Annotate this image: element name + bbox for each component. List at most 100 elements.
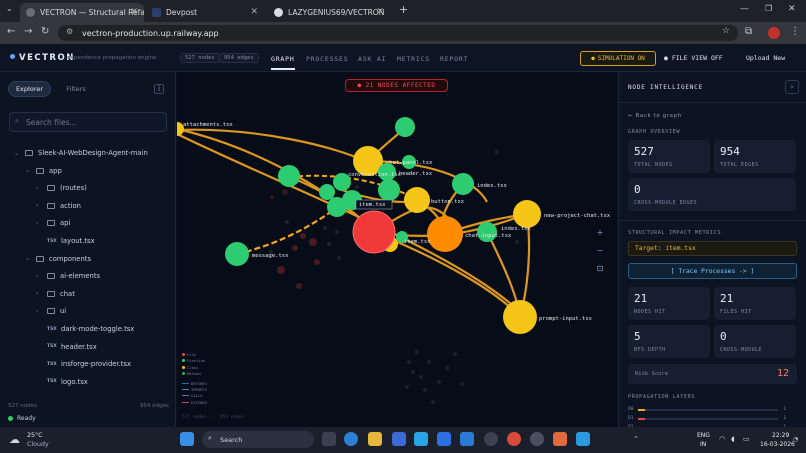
graph-node[interactable]: [319, 184, 335, 200]
tree-file[interactable]: TSX header.tsx: [36, 340, 97, 354]
tree-file[interactable]: TSX layout.tsx: [36, 234, 95, 248]
collapse-icon[interactable]: ⟦: [154, 84, 164, 94]
tree-folder[interactable]: › api: [36, 216, 70, 230]
simulation-toggle-button[interactable]: ● SIMULATION ON: [580, 51, 656, 66]
store-icon[interactable]: [392, 432, 406, 446]
tree-folder[interactable]: ⌄ app: [25, 164, 62, 178]
tree-file[interactable]: TSX insforge-provider.tsx: [36, 357, 131, 371]
layer-label: D1: [628, 416, 634, 421]
back-to-graph-link[interactable]: ← Back to graph: [628, 113, 682, 119]
site-info-icon[interactable]: ⚙: [66, 27, 73, 36]
tab-github[interactable]: LAZYGENIUS69/VECTRON ✕: [268, 3, 390, 22]
language-2[interactable]: IN: [700, 441, 706, 448]
browser-tab-strip: ⌄ VECTRON — Structural Refacto ✕ Devpost…: [0, 0, 806, 22]
window-close-button[interactable]: ✕: [788, 4, 796, 14]
tree-folder[interactable]: › chat: [36, 287, 75, 301]
app-icon[interactable]: [576, 432, 590, 446]
task-view-icon[interactable]: [322, 432, 336, 446]
tab-explorer[interactable]: Explorer: [8, 81, 51, 97]
search-input[interactable]: ⌕ Search files...: [9, 112, 167, 132]
tab-vectron[interactable]: VECTRON — Structural Refacto ✕: [20, 3, 144, 22]
fit-view-button[interactable]: ⊡: [593, 262, 607, 275]
forward-icon[interactable]: →: [24, 26, 32, 37]
tree-folder[interactable]: ⌄ components: [25, 252, 91, 266]
bookmark-star-icon[interactable]: ☆: [722, 26, 730, 36]
tree-folder[interactable]: › ai-elements: [36, 269, 100, 283]
graph-svg[interactable]: attachments.tsxchat-panel.tsxheader.tsxc…: [177, 72, 617, 427]
close-tab-icon[interactable]: ✕: [376, 7, 384, 17]
battery-icon[interactable]: ▭: [743, 435, 750, 443]
taskbar-search-text: Search: [220, 435, 243, 444]
graph-canvas[interactable]: attachments.tsx chat-panel.tsx header.tsx c…: [177, 72, 617, 427]
tab-graph[interactable]: GRAPH: [271, 55, 295, 70]
graph-node[interactable]: [452, 173, 474, 195]
panel-collapse-icon[interactable]: ›: [785, 80, 799, 94]
graph-node[interactable]: [427, 216, 463, 252]
node-label: new-project-chat.tsx: [544, 213, 611, 219]
tree-file[interactable]: TSX dark-mode-toggle.tsx: [36, 322, 134, 336]
trace-processes-button[interactable]: [ Trace Processes -> ]: [628, 263, 797, 279]
app-icon[interactable]: [553, 432, 567, 446]
tab-report[interactable]: REPORT: [440, 55, 468, 63]
chevron-down-icon: ⌄: [14, 149, 20, 157]
media-icon[interactable]: [530, 432, 544, 446]
github-desktop-icon[interactable]: [484, 432, 498, 446]
file-explorer-icon[interactable]: [368, 432, 382, 446]
reload-icon[interactable]: ↻: [41, 26, 49, 37]
cloud-icon: ☁: [9, 433, 20, 446]
graph-node[interactable]: [378, 179, 400, 201]
vscode-icon[interactable]: [460, 432, 474, 446]
graph-node[interactable]: [225, 242, 249, 266]
tab-metrics[interactable]: METRICS: [397, 55, 430, 63]
tab-ask-ai[interactable]: ASK AI: [358, 55, 386, 63]
tab-filters[interactable]: Filters: [56, 81, 96, 97]
extensions-icon[interactable]: ⧉: [745, 26, 752, 37]
graph-footer: 527 nodes · 954 edges: [182, 415, 245, 420]
profile-avatar[interactable]: [768, 27, 780, 39]
volume-icon[interactable]: ◖: [731, 435, 735, 443]
file-view-toggle[interactable]: ● FILE VIEW OFF: [664, 54, 723, 62]
wifi-icon[interactable]: ◠: [719, 435, 725, 443]
clock-date[interactable]: 16-03-2026: [760, 441, 795, 448]
tab-processes[interactable]: PROCESSES: [306, 55, 348, 63]
tab-list-icon[interactable]: ⌄: [6, 4, 13, 13]
upload-new-button[interactable]: Upload New: [746, 54, 785, 62]
menu-icon[interactable]: ⋮: [790, 26, 800, 37]
close-tab-icon[interactable]: ✕: [130, 7, 138, 17]
tree-file[interactable]: TSX logo.tsx: [36, 375, 88, 389]
tree-folder[interactable]: › action: [36, 199, 81, 213]
taskbar-search[interactable]: ⌕ Search: [202, 431, 314, 448]
new-tab-button[interactable]: +: [399, 3, 408, 16]
language-1[interactable]: ENG: [697, 432, 710, 439]
chevron-right-icon: ›: [36, 202, 39, 210]
zoom-in-button[interactable]: +: [593, 226, 607, 239]
clock-time[interactable]: 22:29: [772, 432, 789, 439]
url-field[interactable]: ⚙ vectron-production.up.railway.app ☆: [58, 25, 738, 41]
graph-node[interactable]: [327, 197, 347, 217]
graph-node[interactable]: [278, 165, 300, 187]
selected-graph-node[interactable]: [352, 210, 396, 254]
app-icon[interactable]: [414, 432, 428, 446]
close-tab-icon[interactable]: ✕: [250, 7, 258, 17]
notification-icon[interactable]: ◔: [793, 436, 798, 443]
app-logo[interactable]: VECTRON: [10, 53, 75, 63]
start-icon[interactable]: [180, 432, 194, 446]
maximize-button[interactable]: ❐: [765, 4, 772, 13]
zoom-out-button[interactable]: −: [593, 244, 607, 257]
edge-icon[interactable]: [344, 432, 358, 446]
graph-node[interactable]: [395, 117, 415, 137]
outlook-icon[interactable]: [437, 432, 451, 446]
graph-node[interactable]: [513, 200, 541, 228]
tab-devpost[interactable]: Devpost ✕: [146, 3, 264, 22]
minimize-button[interactable]: —: [740, 4, 749, 14]
tray-chevron-icon[interactable]: ⌃: [633, 435, 639, 443]
tree-folder[interactable]: › ui: [36, 304, 66, 318]
tree-folder[interactable]: ⌄ Sleek-AI-WebDesign-Agent-main: [14, 146, 148, 160]
graph-node[interactable]: [503, 300, 537, 334]
chrome-icon[interactable]: [507, 432, 521, 446]
back-icon[interactable]: ←: [7, 26, 15, 37]
graph-node[interactable]: [477, 222, 497, 242]
legend-label: File: [187, 352, 197, 357]
tree-folder[interactable]: › (routes): [36, 181, 87, 195]
graph-node[interactable]: [404, 187, 430, 213]
